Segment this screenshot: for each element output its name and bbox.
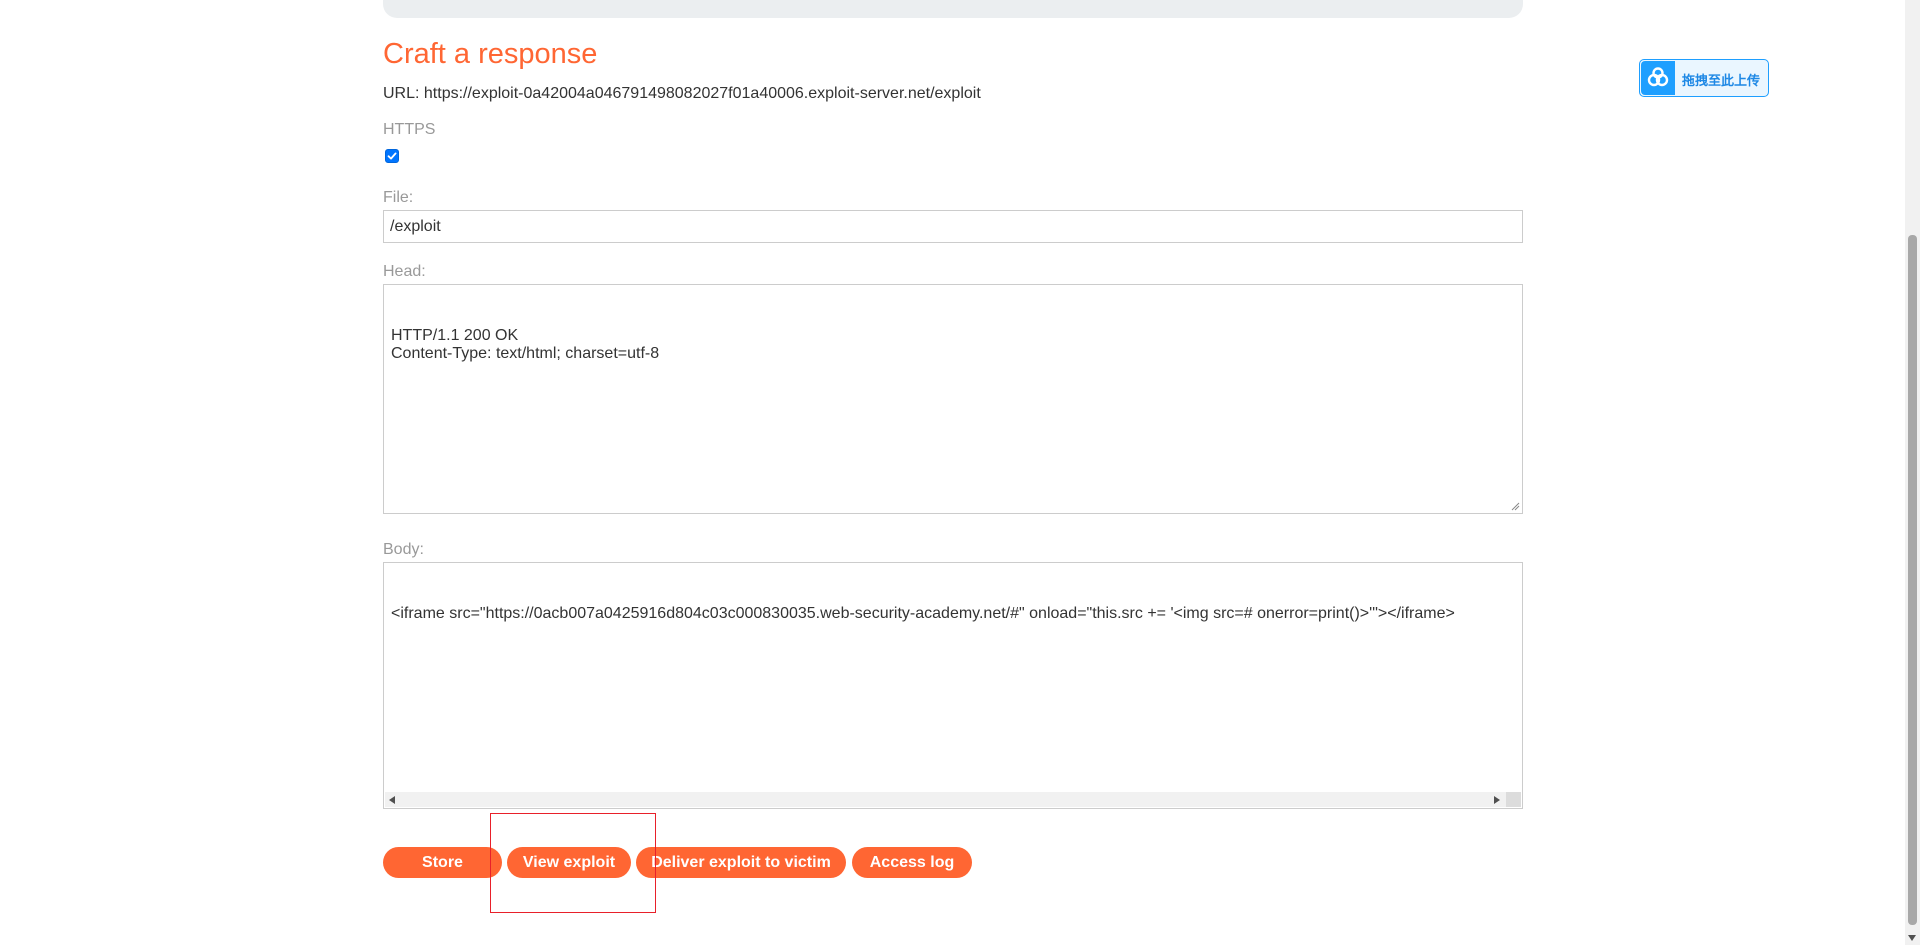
scroll-down-icon[interactable] bbox=[1908, 935, 1916, 941]
https-checkbox[interactable] bbox=[385, 149, 399, 163]
body-text: <iframe src="https://0acb007a0425916d804… bbox=[391, 605, 1455, 622]
upload-label: 拖拽至此上传 bbox=[1682, 74, 1761, 89]
access-log-button[interactable]: Access log bbox=[852, 847, 972, 878]
checkmark-icon bbox=[387, 152, 397, 160]
highlight-annotation-box bbox=[490, 813, 656, 913]
head-label: Head: bbox=[383, 263, 426, 280]
scroll-left-icon[interactable] bbox=[389, 796, 395, 804]
page-vertical-scrollbar[interactable] bbox=[1905, 0, 1920, 945]
url-value: https://exploit-0a42004a046791498082027f… bbox=[423, 85, 981, 102]
body-horizontal-scrollbar[interactable] bbox=[385, 792, 1521, 807]
https-label: HTTPS bbox=[383, 121, 436, 138]
store-button[interactable]: Store bbox=[383, 847, 502, 878]
scroll-right-icon[interactable] bbox=[1494, 796, 1500, 804]
scrollbar-thumb[interactable] bbox=[1908, 235, 1917, 925]
exploit-url: URL: https://exploit-0a42004a04679149808… bbox=[383, 85, 981, 103]
upload-widget[interactable]: 拖拽至此上传 bbox=[1639, 59, 1769, 97]
head-textarea[interactable]: HTTP/1.1 200 OK Content-Type: text/html;… bbox=[383, 284, 1523, 514]
file-input[interactable] bbox=[383, 210, 1523, 243]
section-title: Craft a response bbox=[383, 38, 598, 70]
body-label: Body: bbox=[383, 541, 424, 558]
head-text: HTTP/1.1 200 OK Content-Type: text/html;… bbox=[391, 327, 660, 362]
resize-corner[interactable] bbox=[1506, 792, 1521, 807]
deliver-exploit-button[interactable]: Deliver exploit to victim bbox=[636, 847, 846, 878]
body-textarea[interactable]: <iframe src="https://0acb007a0425916d804… bbox=[383, 562, 1523, 809]
previous-section-bar bbox=[383, 0, 1523, 18]
cloud-upload-icon bbox=[1641, 61, 1675, 95]
exploit-server-page: Craft a response URL: https://exploit-0a… bbox=[0, 0, 1920, 945]
file-label: File: bbox=[383, 189, 414, 206]
url-prefix: URL: bbox=[383, 85, 424, 102]
resize-grip-icon[interactable] bbox=[1510, 501, 1520, 511]
